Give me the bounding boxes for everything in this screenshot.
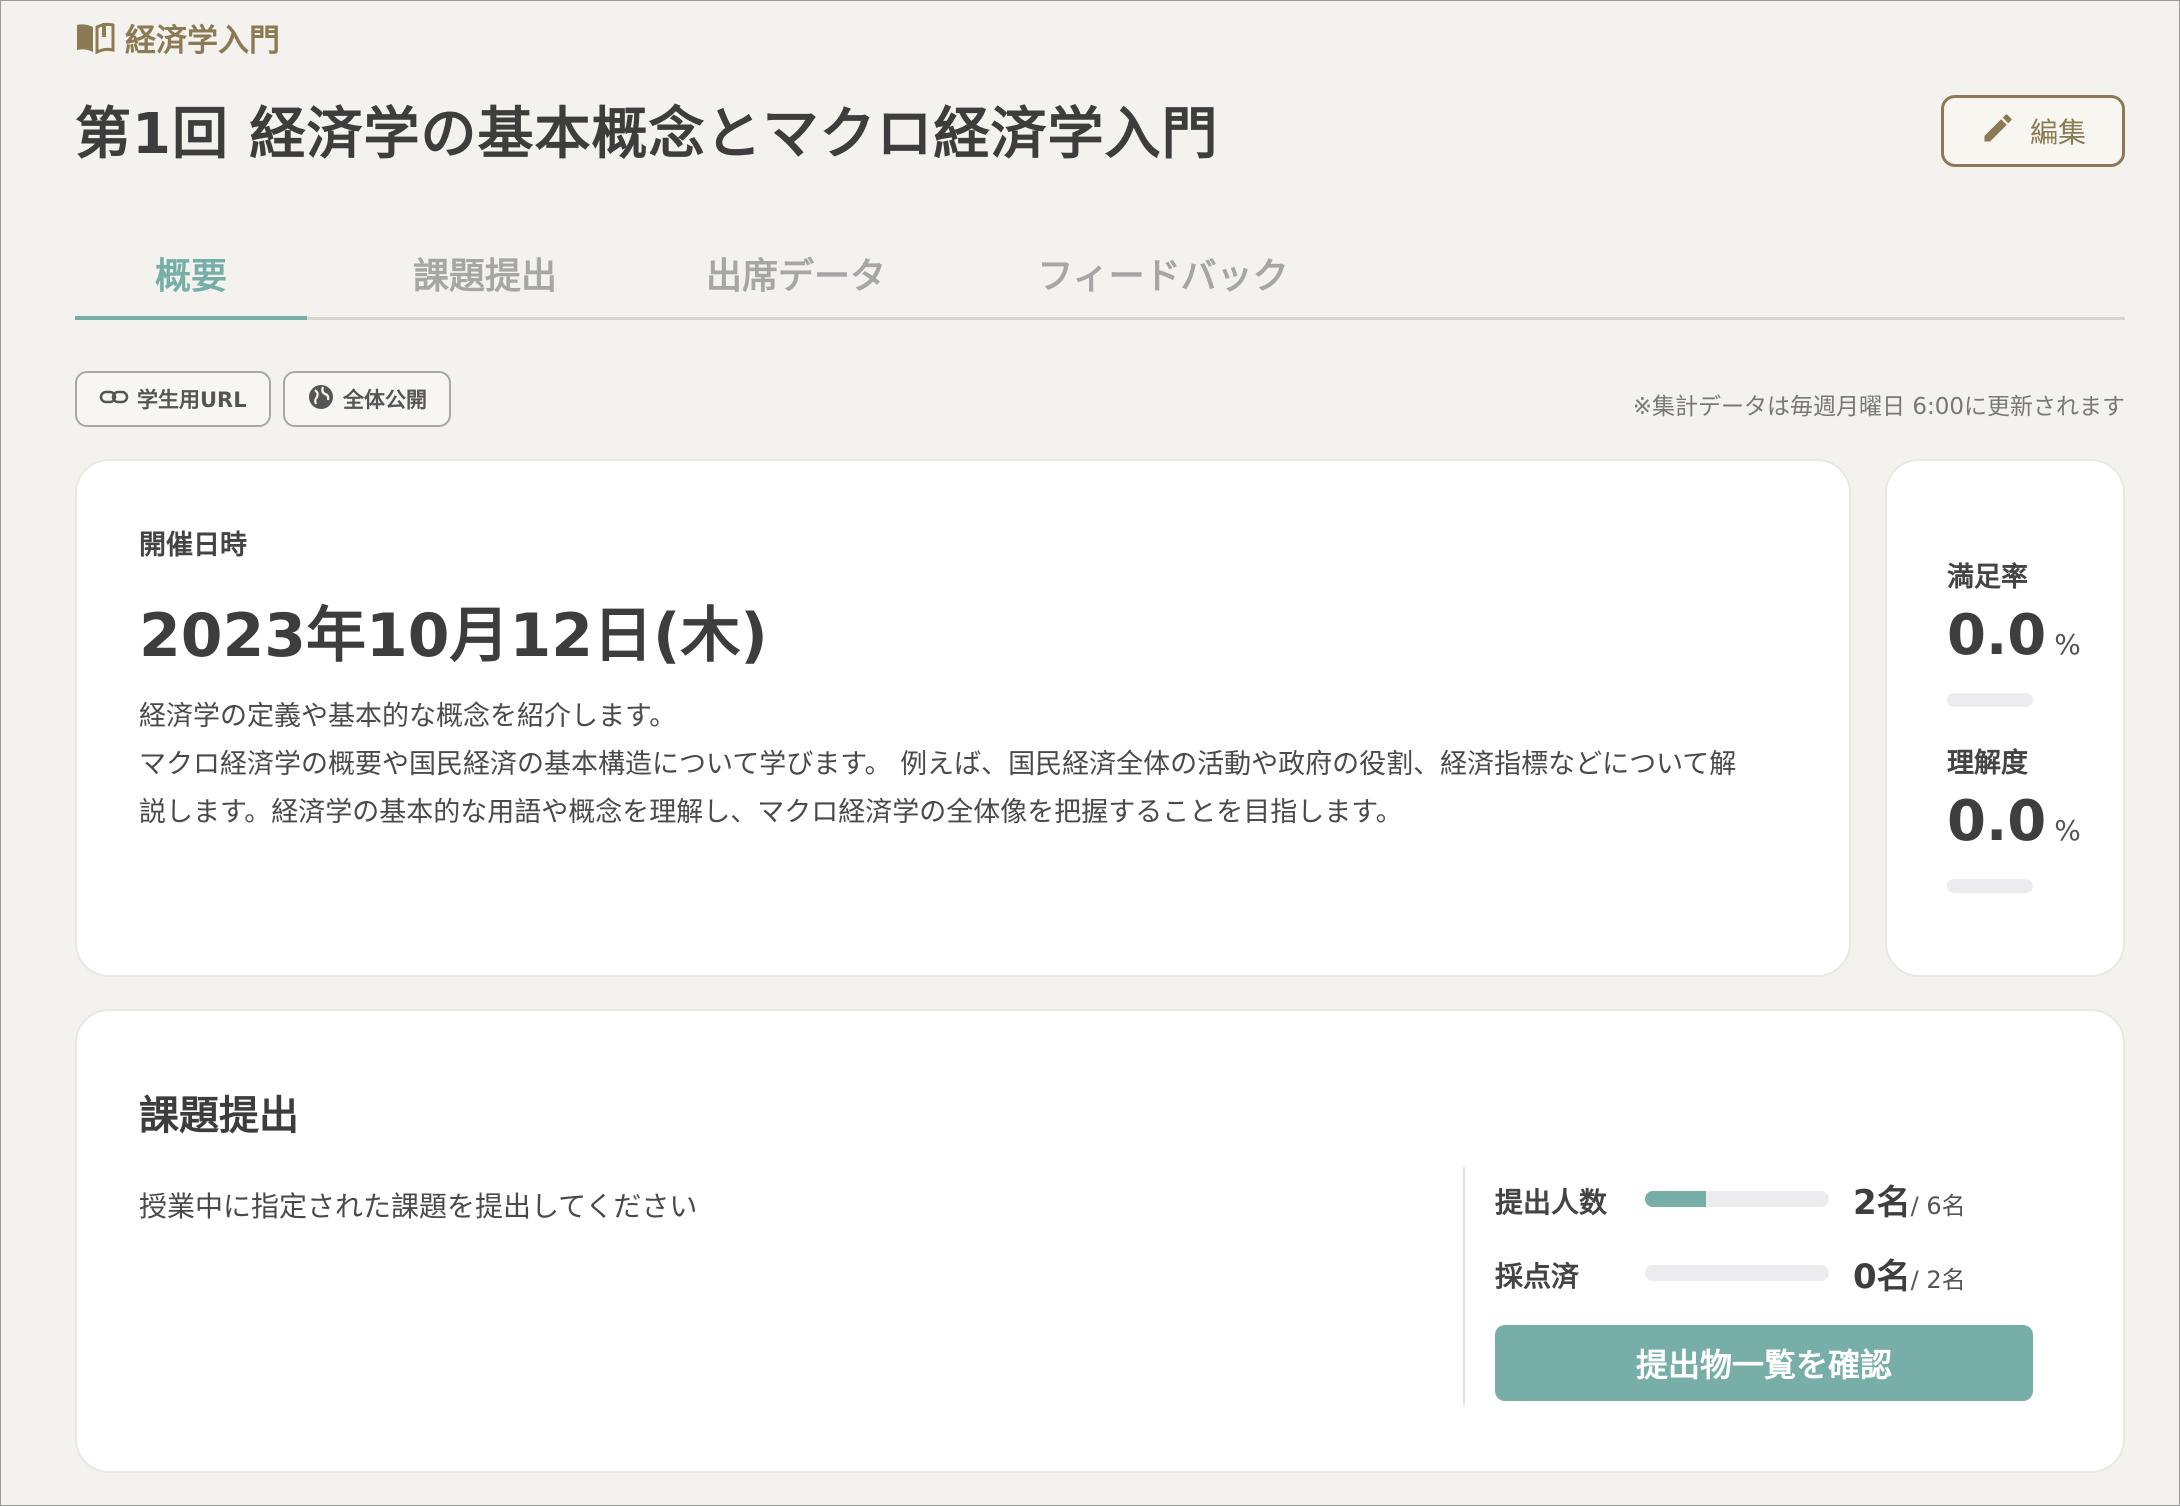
graded-count-group: 0名/ 2名 bbox=[1853, 1249, 1966, 1298]
book-icon bbox=[75, 21, 115, 55]
tab-bar: 概要 課題提出 出席データ フィードバック bbox=[75, 229, 2125, 320]
page-title: 第1回 経済学の基本概念とマクロ経済学入門 bbox=[75, 102, 1219, 167]
public-label: 全体公開 bbox=[343, 388, 427, 412]
submitted-count-group: 2名/ 6名 bbox=[1853, 1175, 1966, 1224]
satisfaction-value: 0.0 bbox=[1947, 603, 2047, 668]
understanding-unit: % bbox=[2054, 814, 2081, 847]
understanding-value: 0.0 bbox=[1947, 789, 2047, 854]
overview-card: 開催日時 2023年10月12日(木) 経済学の定義や基本的な概念を紹介します。… bbox=[75, 459, 1851, 977]
satisfaction-unit: % bbox=[2054, 628, 2081, 661]
understanding-bar bbox=[1947, 879, 2033, 893]
public-visibility-button[interactable]: 全体公開 bbox=[283, 371, 451, 427]
understanding-label: 理解度 bbox=[1947, 748, 2028, 779]
edit-label: 編集 bbox=[2029, 116, 2086, 149]
globe-icon bbox=[307, 383, 335, 416]
tab-overview[interactable]: 概要 bbox=[75, 229, 307, 320]
assignment-description: 授業中に指定された課題を提出してください bbox=[139, 1190, 698, 1223]
understanding-value-group: 0.0% bbox=[1947, 789, 2081, 854]
tab-assignment[interactable]: 課題提出 bbox=[375, 229, 595, 317]
course-name: 経済学入門 bbox=[125, 23, 280, 59]
submitted-total: / 6名 bbox=[1910, 1192, 1966, 1220]
student-url-button[interactable]: 学生用URL bbox=[75, 371, 271, 427]
lecture-description: 経済学の定義や基本的な概念を紹介します。 マクロ経済学の概要や国民経済の基本構造… bbox=[139, 693, 1799, 837]
link-icon bbox=[99, 387, 129, 412]
satisfaction-value-group: 0.0% bbox=[1947, 603, 2081, 668]
stats-card: 満足率 0.0% 理解度 0.0% bbox=[1885, 459, 2125, 977]
submitted-progress bbox=[1645, 1191, 1829, 1207]
submitted-label: 提出人数 bbox=[1495, 1186, 1608, 1219]
date-label: 開催日時 bbox=[139, 530, 247, 561]
tab-attendance[interactable]: 出席データ bbox=[671, 229, 921, 317]
assignment-card: 課題提出 授業中に指定された課題を提出してください bbox=[75, 1009, 2125, 1473]
graded-progress bbox=[1645, 1265, 1829, 1281]
view-submissions-button[interactable]: 提出物一覧を確認 bbox=[1495, 1325, 2033, 1401]
submitted-progress-fill bbox=[1645, 1191, 1707, 1207]
update-note: ※集計データは毎週月曜日 6:00に更新されます bbox=[1632, 394, 2125, 420]
description-line: 経済学の定義や基本的な概念を紹介します。 bbox=[139, 701, 677, 732]
satisfaction-bar bbox=[1947, 693, 2033, 707]
description-line: 説します。経済学の基本的な用語や概念を理解し、マクロ経済学の全体像を把握すること… bbox=[139, 797, 1403, 828]
satisfaction-label: 満足率 bbox=[1947, 562, 2028, 593]
graded-count: 0名 bbox=[1853, 1257, 1911, 1297]
edit-button[interactable]: 編集 bbox=[1941, 95, 2125, 167]
submitted-count: 2名 bbox=[1853, 1183, 1911, 1223]
pencil-icon bbox=[1980, 110, 2016, 153]
divider bbox=[1463, 1167, 1465, 1405]
graded-label: 採点済 bbox=[1495, 1260, 1580, 1293]
description-line: マクロ経済学の概要や国民経済の基本構造について学びます。 例えば、国民経済全体の… bbox=[139, 749, 1737, 780]
course-breadcrumb[interactable]: 経済学入門 bbox=[75, 15, 280, 60]
lecture-date: 2023年10月12日(木) bbox=[139, 601, 768, 671]
graded-total: / 2名 bbox=[1910, 1266, 1966, 1294]
assignment-title: 課題提出 bbox=[139, 1093, 299, 1139]
student-url-label: 学生用URL bbox=[137, 388, 247, 412]
tab-feedback[interactable]: フィードバック bbox=[1003, 229, 1323, 317]
